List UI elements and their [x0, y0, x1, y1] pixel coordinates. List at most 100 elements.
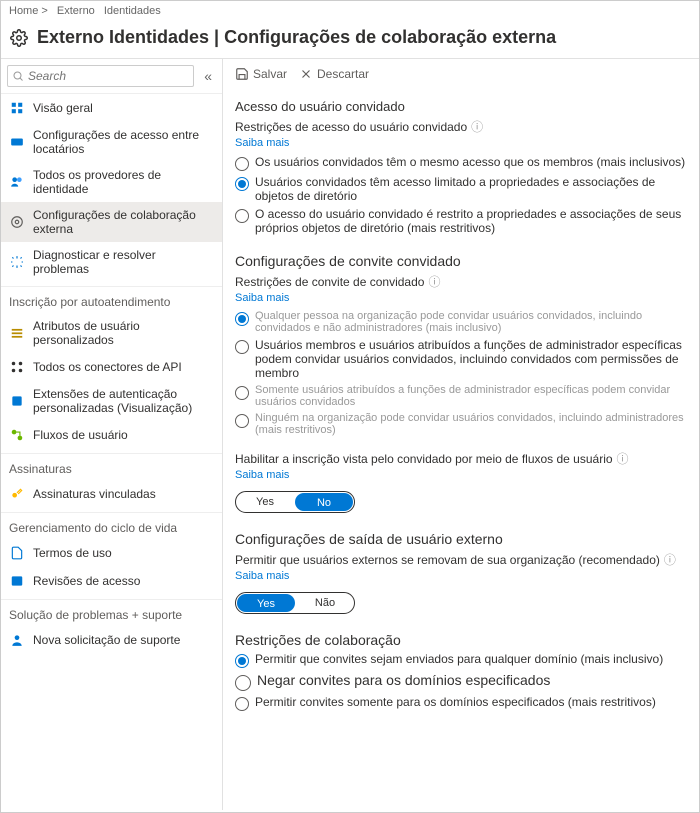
support-icon: [9, 632, 25, 648]
sidebar: « Visão geral Configurações de acesso en…: [1, 59, 223, 810]
learn-more-link[interactable]: Saiba mais: [235, 137, 687, 149]
radio-icon[interactable]: [235, 654, 249, 668]
sidebar-item-diagnose[interactable]: Diagnosticar e resolver problemas: [1, 242, 222, 282]
sidebar-group-selfservice: Inscrição por autoatendimento: [1, 286, 222, 313]
sidebar-item-external-collab[interactable]: Configurações de colaboração externa: [1, 202, 222, 242]
breadcrumb-seg2[interactable]: Identidades: [104, 5, 161, 17]
search-icon: [12, 70, 24, 82]
toggle-yes[interactable]: Yes: [237, 594, 295, 612]
leave-sub: Permitir que usuários externos se remova…: [235, 551, 687, 568]
collab-opt2[interactable]: Negar convites para os domínios especifi…: [235, 672, 687, 691]
main-content: Salvar Descartar Acesso do usuário convi…: [223, 59, 699, 810]
guest-access-opt1[interactable]: Os usuários convidados têm o mesmo acess…: [235, 155, 687, 171]
guest-access-opt2[interactable]: Usuários convidados têm acesso limitado …: [235, 175, 687, 203]
learn-more-link[interactable]: Saiba mais: [235, 570, 687, 582]
sidebar-item-support[interactable]: Nova solicitação de suporte: [1, 626, 222, 654]
toolbar: Salvar Descartar: [235, 67, 687, 89]
sidebar-item-terms[interactable]: Termos de uso: [1, 539, 222, 567]
radio-icon[interactable]: [235, 340, 249, 354]
radio-icon[interactable]: [235, 675, 251, 691]
section-guest-access-title: Acesso do usuário convidado: [235, 99, 687, 114]
people-icon: [9, 174, 25, 190]
sidebar-item-label: Todos os provedores de identidade: [33, 168, 214, 196]
breadcrumb: Home > Externo Identidades: [1, 1, 699, 21]
collab-opt1[interactable]: Permitir que convites sejam enviados par…: [235, 652, 687, 668]
discard-button[interactable]: Descartar: [299, 67, 369, 81]
crosstenant-icon: [9, 134, 25, 150]
sidebar-item-label: Nova solicitação de suporte: [33, 633, 180, 647]
sidebar-item-access-reviews[interactable]: Revisões de acesso: [1, 567, 222, 595]
extensions-icon: [9, 393, 25, 409]
sidebar-group-support: Solução de problemas + suporte: [1, 599, 222, 626]
save-button[interactable]: Salvar: [235, 67, 287, 81]
radio-icon[interactable]: [235, 312, 249, 326]
discard-icon: [299, 67, 313, 81]
page-title: Externo Identidades | Configurações de c…: [37, 27, 556, 48]
sidebar-item-label: Atributos de usuário personalizados: [33, 319, 214, 347]
toggle-no[interactable]: Não: [296, 593, 354, 613]
discard-label: Descartar: [317, 67, 369, 81]
sidebar-item-label: Todos os conectores de API: [33, 360, 182, 374]
info-icon[interactable]: ⓘ: [664, 551, 676, 568]
radio-icon[interactable]: [235, 157, 249, 171]
sidebar-item-crosstenant[interactable]: Configurações de acesso entre locatários: [1, 122, 222, 162]
breadcrumb-home[interactable]: Home >: [9, 5, 48, 17]
learn-more-link[interactable]: Saiba mais: [235, 292, 687, 304]
invite-opt4[interactable]: Ninguém na organização pode convidar usu…: [235, 412, 687, 436]
collab-opt3[interactable]: Permitir convites somente para os domíni…: [235, 695, 687, 711]
diagnose-icon: [9, 254, 25, 270]
sidebar-item-identity-providers[interactable]: Todos os provedores de identidade: [1, 162, 222, 202]
invite-opt2[interactable]: Usuários membros e usuários atribuídos a…: [235, 338, 687, 380]
key-icon: [9, 486, 25, 502]
section-collab-restrict-title: Restrições de colaboração: [235, 632, 687, 648]
sidebar-item-api-connectors[interactable]: Todos os conectores de API: [1, 353, 222, 381]
page-header: Externo Identidades | Configurações de c…: [1, 21, 699, 59]
sidebar-group-lifecycle: Gerenciamento do ciclo de vida: [1, 512, 222, 539]
toggle-no[interactable]: No: [295, 493, 353, 511]
sidebar-item-label: Revisões de acesso: [33, 574, 140, 588]
toggle-yes[interactable]: Yes: [236, 492, 294, 512]
sidebar-group-subscriptions: Assinaturas: [1, 453, 222, 480]
sidebar-item-label: Fluxos de usuário: [33, 428, 128, 442]
sidebar-item-label: Visão geral: [33, 101, 93, 115]
section-leave-title: Configurações de saída de usuário extern…: [235, 531, 687, 547]
connectors-icon: [9, 359, 25, 375]
sidebar-item-label: Configurações de colaboração externa: [33, 208, 214, 236]
info-icon[interactable]: ⓘ: [617, 450, 629, 467]
allow-leave-toggle[interactable]: Yes Não: [235, 592, 355, 614]
guest-access-sub: Restrições de acesso do usuário convidad…: [235, 118, 687, 135]
breadcrumb-seg1[interactable]: Externo: [57, 5, 95, 17]
radio-icon[interactable]: [235, 386, 249, 400]
attributes-icon: [9, 325, 25, 341]
search-input-wrap[interactable]: [7, 65, 194, 87]
invite-opt3[interactable]: Somente usuários atribuídos a funções de…: [235, 384, 687, 408]
flows-icon: [9, 427, 25, 443]
sidebar-item-linked-subs[interactable]: Assinaturas vinculadas: [1, 480, 222, 508]
overview-icon: [9, 100, 25, 116]
invite-sub: Restrições de convite de convidadoⓘ: [235, 273, 687, 290]
learn-more-link[interactable]: Saiba mais: [235, 469, 687, 481]
document-icon: [9, 545, 25, 561]
sidebar-item-label: Diagnosticar e resolver problemas: [33, 248, 214, 276]
info-icon[interactable]: ⓘ: [428, 273, 440, 290]
radio-icon[interactable]: [235, 209, 249, 223]
enable-signup-toggle[interactable]: Yes No: [235, 491, 355, 513]
sidebar-item-auth-extensions[interactable]: Extensões de autenticação personalizadas…: [1, 381, 222, 421]
info-icon[interactable]: ⓘ: [471, 118, 483, 135]
sidebar-item-label: Configurações de acesso entre locatários: [33, 128, 214, 156]
enable-signup-title: Habilitar a inscrição vista pelo convida…: [235, 450, 687, 467]
sidebar-item-label: Assinaturas vinculadas: [33, 487, 156, 501]
invite-opt1[interactable]: Qualquer pessoa na organização pode conv…: [235, 310, 687, 334]
search-input[interactable]: [28, 69, 189, 83]
gear-small-icon: [9, 214, 25, 230]
collapse-sidebar-button[interactable]: «: [200, 68, 216, 84]
radio-icon[interactable]: [235, 177, 249, 191]
sidebar-item-user-flows[interactable]: Fluxos de usuário: [1, 421, 222, 449]
gear-icon: [9, 28, 29, 48]
radio-icon[interactable]: [235, 414, 249, 428]
sidebar-item-overview[interactable]: Visão geral: [1, 94, 222, 122]
radio-icon[interactable]: [235, 697, 249, 711]
sidebar-item-custom-attrs[interactable]: Atributos de usuário personalizados: [1, 313, 222, 353]
sidebar-item-label: Extensões de autenticação personalizadas…: [33, 387, 214, 415]
guest-access-opt3[interactable]: O acesso do usuário convidado é restrito…: [235, 207, 687, 235]
